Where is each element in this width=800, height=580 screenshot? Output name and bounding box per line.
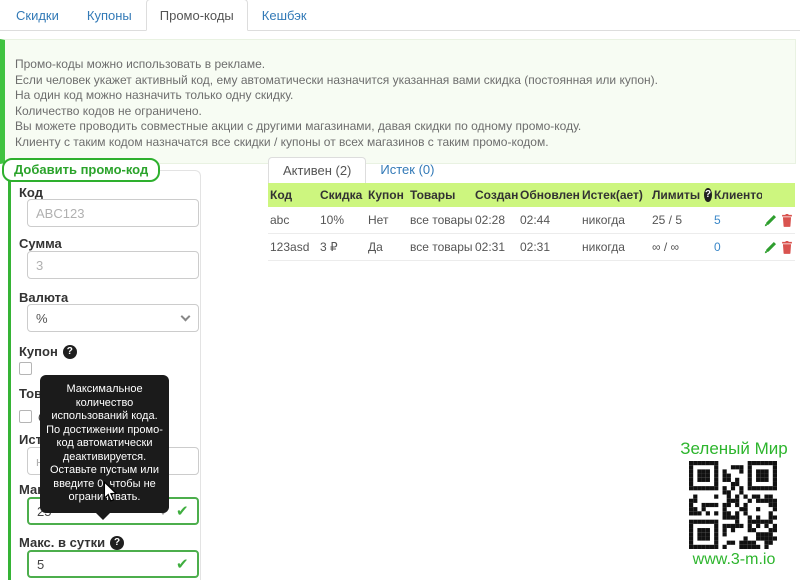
promo-codes-table: Код Скидка Купон Товары Создан Обновлен … <box>268 183 795 261</box>
currency-label: Валюта <box>19 290 68 305</box>
coupon-checkbox[interactable] <box>19 362 32 375</box>
table-row: 123asd 3 ₽ Да все товары 02:31 02:31 ник… <box>268 234 795 261</box>
cell-expires: никогда <box>580 240 650 254</box>
column-header-updated: Обновлен <box>518 188 580 202</box>
max-daily-label: Макс. в сутки ? <box>19 535 124 550</box>
cell-code: 123asd <box>268 240 318 254</box>
info-line: Клиенту с таким кодом назначатся все ски… <box>15 135 785 151</box>
cell-discount: 10% <box>318 213 366 227</box>
add-promo-code-legend: Добавить промо-код <box>2 158 160 182</box>
column-header-limits: Лимиты ? <box>650 188 712 202</box>
top-tab[interactable]: Скидки <box>2 0 73 31</box>
info-box: Промо-коды можно использовать в рекламе.… <box>0 39 796 164</box>
cell-clients-link[interactable]: 5 <box>712 213 762 227</box>
edit-pencil-icon[interactable] <box>764 241 777 254</box>
cell-products: все товары <box>408 240 473 254</box>
delete-trash-icon[interactable] <box>781 214 793 227</box>
column-header-products: Товары <box>408 188 473 202</box>
column-header-coupon: Купон <box>366 188 408 202</box>
column-header-code: Код <box>268 188 318 202</box>
qr-code <box>689 461 777 549</box>
info-line: Промо-коды можно использовать в рекламе. <box>15 57 785 73</box>
brand-url: www.3-m.io <box>668 551 800 569</box>
info-line: Если человек укажет активный код, ему ав… <box>15 73 785 89</box>
brand-title: Зеленый Мир <box>668 439 800 459</box>
cell-updated: 02:31 <box>518 240 580 254</box>
top-tab-bar: СкидкиКупоныПромо-кодыКешбэк <box>0 0 800 31</box>
max-daily-input[interactable] <box>27 550 199 578</box>
cell-expires: никогда <box>580 213 650 227</box>
mouse-cursor <box>103 481 118 505</box>
table-body: abc 10% Нет все товары 02:28 02:44 никог… <box>268 207 795 261</box>
promo-list-tab-bar: Активен (2)Истек (0) <box>268 157 448 183</box>
table-row: abc 10% Нет все товары 02:28 02:44 никог… <box>268 207 795 234</box>
valid-check-icon: ✔ <box>176 555 189 573</box>
top-tab[interactable]: Кешбэк <box>248 0 321 31</box>
top-tab[interactable]: Купоны <box>73 0 146 31</box>
valid-check-icon: ✔ <box>176 502 189 520</box>
table-header-row: Код Скидка Купон Товары Создан Обновлен … <box>268 183 795 207</box>
column-header-created: Создан <box>473 188 518 202</box>
products-limit-checkbox[interactable] <box>19 410 32 423</box>
column-header-expires: Истек(ает) <box>580 188 650 202</box>
code-input[interactable] <box>27 199 199 227</box>
cell-created: 02:28 <box>473 213 518 227</box>
cell-limits: ∞ / ∞ <box>650 240 712 254</box>
cell-code: abc <box>268 213 318 227</box>
promo-list-tab[interactable]: Активен (2) <box>268 157 366 184</box>
cell-discount: 3 ₽ <box>318 240 366 254</box>
promo-codes-page: СкидкиКупоныПромо-кодыКешбэк Промо-коды … <box>0 0 800 580</box>
cell-actions <box>762 241 795 254</box>
edit-pencil-icon[interactable] <box>764 214 777 227</box>
top-tab[interactable]: Промо-коды <box>146 0 248 31</box>
amount-input[interactable] <box>27 251 199 279</box>
currency-select[interactable]: % <box>27 304 199 332</box>
max-daily-help-icon[interactable]: ? <box>110 536 124 550</box>
cell-actions <box>762 214 795 227</box>
amount-label: Сумма <box>19 236 62 251</box>
cell-created: 02:31 <box>473 240 518 254</box>
column-header-discount: Скидка <box>318 188 366 202</box>
code-label: Код <box>19 185 43 200</box>
info-line: На один код можно назначить только одну … <box>15 88 785 104</box>
limits-help-icon[interactable]: ? <box>704 188 712 202</box>
cell-products: все товары <box>408 213 473 227</box>
cell-coupon: Да <box>366 240 408 254</box>
coupon-help-icon[interactable]: ? <box>63 345 77 359</box>
coupon-label: Купон ? <box>19 344 77 359</box>
cell-updated: 02:44 <box>518 213 580 227</box>
cell-coupon: Нет <box>366 213 408 227</box>
promo-list-tab[interactable]: Истек (0) <box>366 157 448 183</box>
delete-trash-icon[interactable] <box>781 241 793 254</box>
column-header-clients: Клиентов <box>712 188 762 202</box>
cell-limits: 25 / 5 <box>650 213 712 227</box>
info-line: Количество кодов не ограничено. <box>15 104 785 120</box>
info-line: Вы можете проводить совместные акции с д… <box>15 119 785 135</box>
cell-clients-link[interactable]: 0 <box>712 240 762 254</box>
